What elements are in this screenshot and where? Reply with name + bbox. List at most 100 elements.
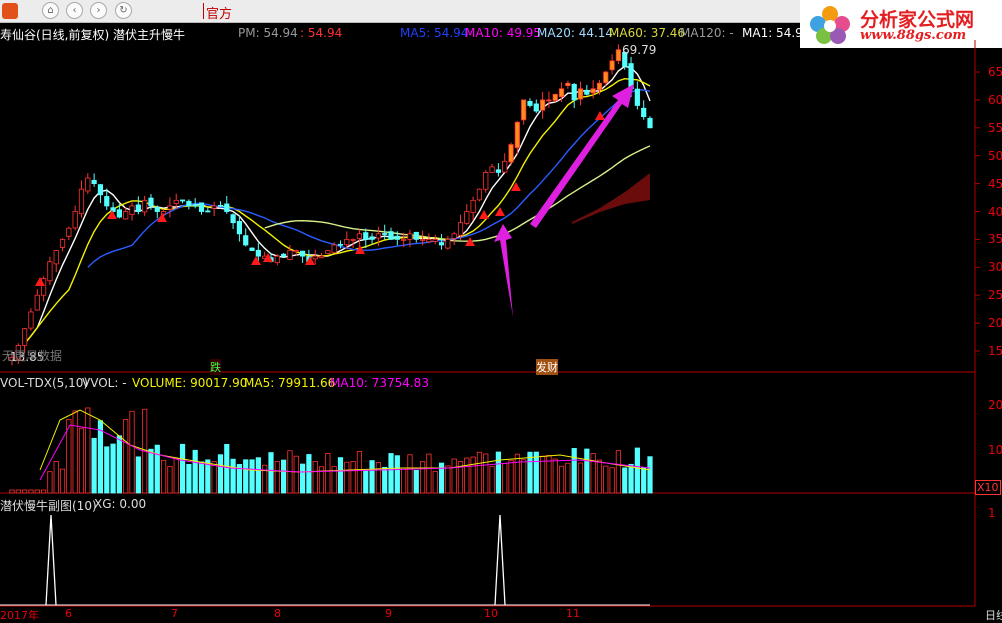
volume-bar (641, 467, 647, 494)
volume-bar (565, 462, 571, 494)
volume-bar (173, 458, 179, 494)
candle-body (363, 232, 369, 240)
volume-bar (382, 466, 388, 494)
period-label[interactable]: 日线 (985, 607, 1002, 623)
volume-bar (85, 407, 91, 494)
volume-bar (432, 470, 438, 494)
candle-body (281, 253, 287, 257)
candle-body (401, 238, 407, 241)
volume-bar (596, 459, 603, 494)
candle-body (78, 188, 85, 215)
candle-body (533, 103, 539, 112)
volume-bar (647, 456, 653, 494)
candle-body (489, 166, 495, 173)
candle-body (224, 203, 230, 212)
volume-bar (451, 458, 457, 494)
candle-body (299, 250, 306, 257)
candle-body (148, 197, 154, 207)
vol-title: VOL-TDX(5,10) (0, 376, 89, 390)
candle-body (116, 209, 122, 218)
candle-body (123, 211, 129, 220)
candle-body (388, 231, 394, 240)
vol-tick-200: 200 (988, 398, 1002, 412)
volume-bar (552, 458, 558, 494)
vol-tick-100: 100 (988, 443, 1002, 457)
x-label-6: 6 (65, 607, 72, 620)
volume-bar (419, 461, 426, 494)
xg-signal-spike (45, 514, 57, 606)
x-label-8: 8 (274, 607, 281, 620)
candle-body (59, 238, 66, 248)
volume-bar (40, 489, 47, 494)
candle-body (344, 238, 350, 246)
price-tick-55: 55 (988, 120, 1002, 135)
volume-readout: VOLUME: 90017.90 (132, 376, 248, 390)
vol-unit-badge[interactable]: X10 (975, 480, 1001, 495)
price-tick-35: 35 (988, 232, 1002, 247)
volume-bar (369, 460, 375, 494)
annotation-arrow-up (494, 224, 513, 317)
candle-body (527, 100, 533, 106)
candle-body (375, 233, 381, 239)
candle-body (451, 233, 457, 239)
volume-bar (464, 457, 470, 494)
volume-bar (249, 459, 255, 494)
volume-bar (78, 427, 85, 494)
volume-bar (255, 457, 261, 494)
volume-bar (116, 435, 122, 494)
volume-bar (72, 410, 78, 494)
candle-body (590, 88, 596, 94)
candle-body (34, 294, 40, 311)
buy-signal-triangle (251, 256, 261, 265)
volume-bar (388, 453, 394, 494)
candle-body (249, 247, 255, 251)
volume-bar (615, 450, 622, 494)
volume-bar (622, 467, 628, 494)
candle-body (419, 238, 426, 241)
candle-body (438, 242, 445, 246)
candle-body (483, 172, 489, 190)
volume-bar (243, 459, 249, 494)
candle-body (369, 236, 375, 240)
ma5-readout: MA5: 54.94 (400, 26, 469, 40)
x-label-year: 2017年 (0, 609, 39, 622)
candle-body (596, 82, 603, 91)
sub-tick-1: 1 (988, 506, 996, 520)
candle-body (350, 238, 356, 241)
candle-body (558, 88, 565, 98)
candle-body (211, 205, 217, 209)
volume-bar (558, 465, 565, 494)
price-tick-30: 30 (988, 260, 1002, 275)
volume-bar (192, 449, 198, 494)
candle-body (356, 233, 363, 239)
price-tick-60: 60 (988, 92, 1002, 107)
volume-bar (344, 461, 350, 494)
price-tick-15: 15 (988, 344, 1002, 358)
volume-bar (401, 467, 407, 494)
xg-signal-spike (494, 514, 506, 606)
volume-bar (299, 463, 306, 494)
candle-body (641, 107, 647, 118)
volume-bar (262, 464, 268, 494)
candle-body (514, 121, 520, 149)
volume-bar (337, 457, 344, 494)
volume-bar (34, 489, 40, 494)
pm-value: : 54.94 (300, 26, 343, 40)
price-tick-40: 40 (988, 204, 1002, 219)
candle-body (142, 199, 148, 213)
volume-bar (148, 448, 154, 494)
signal-fa: 发财 (536, 359, 558, 375)
price-tick-50: 50 (988, 148, 1002, 163)
candle-body (502, 160, 508, 173)
candle-body (135, 204, 141, 212)
candle-body (274, 255, 280, 264)
candle-body (464, 211, 470, 224)
volume-bar (281, 459, 287, 494)
volume-bar (186, 464, 192, 494)
volume-bar (53, 461, 59, 494)
volume-bar (514, 453, 520, 494)
volume-bar (590, 453, 596, 494)
volume-bar (363, 469, 369, 494)
volume-bar (167, 466, 173, 494)
price-tick-25: 25 (988, 288, 1002, 303)
